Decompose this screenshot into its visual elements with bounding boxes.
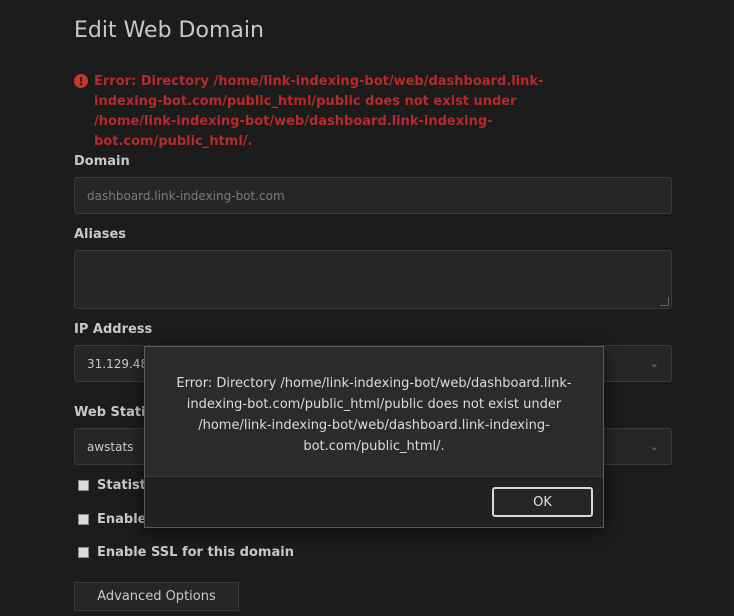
- chevron-down-icon: ⌄: [649, 440, 659, 453]
- domain-input-value: dashboard.link-indexing-bot.com: [87, 188, 285, 203]
- page-title: Edit Web Domain: [74, 18, 264, 43]
- ok-button[interactable]: OK: [492, 487, 593, 517]
- redirect-label: Enable: [97, 512, 147, 527]
- ssl-row[interactable]: Enable SSL for this domain: [78, 545, 294, 560]
- advanced-options-button[interactable]: Advanced Options: [74, 582, 239, 611]
- alert-dialog: Error: Directory /home/link-indexing-bot…: [144, 346, 604, 528]
- chevron-down-icon: ⌄: [649, 357, 659, 370]
- domain-label: Domain: [74, 154, 130, 169]
- error-message: Error: Directory /home/link-indexing-bot…: [94, 74, 544, 149]
- aliases-textarea[interactable]: [74, 250, 672, 309]
- web-statistics-value: awstats: [87, 439, 134, 454]
- domain-input[interactable]: dashboard.link-indexing-bot.com: [74, 177, 672, 214]
- resize-handle-icon[interactable]: [660, 297, 669, 306]
- redirect-row[interactable]: Enable: [78, 512, 147, 527]
- error-banner: ! Error: Directory /home/link-indexing-b…: [74, 72, 574, 152]
- ssl-label: Enable SSL for this domain: [97, 545, 294, 560]
- dialog-footer: OK: [145, 476, 603, 527]
- ssl-checkbox[interactable]: [78, 547, 89, 558]
- statistics-auth-checkbox[interactable]: [78, 480, 89, 491]
- exclamation-circle-icon: !: [74, 74, 88, 88]
- aliases-label: Aliases: [74, 227, 127, 242]
- dialog-message: Error: Directory /home/link-indexing-bot…: [176, 376, 572, 454]
- ip-address-label: IP Address: [74, 322, 153, 337]
- redirect-checkbox[interactable]: [78, 514, 89, 525]
